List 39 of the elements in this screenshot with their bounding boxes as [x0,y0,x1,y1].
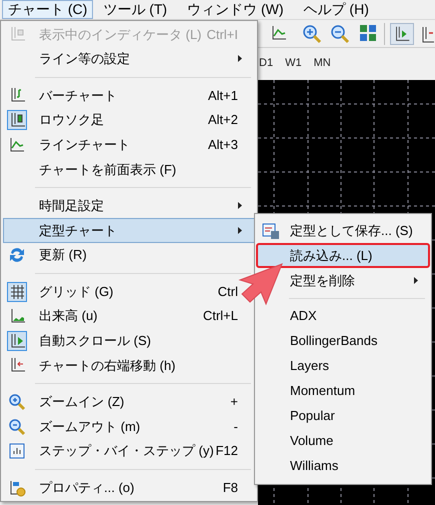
menu-item[interactable]: プロパティ... (o) F8 [3,476,255,500]
menu-item[interactable]: ラインチャート Alt+3 [3,132,255,157]
menu-item[interactable]: ズームアウト (m) - [3,414,255,439]
menu-item[interactable]: 出来高 (u) Ctrl+L [3,304,255,329]
timeframe-button[interactable]: W1 [285,55,302,72]
menu-bar-item[interactable]: ヘルプ (H) [294,0,379,19]
arrow-overlay [236,262,284,306]
menu-item[interactable]: ステップ・バイ・ステップ (y)F12 [3,438,255,464]
menu-item[interactable]: バーチャート Alt+1 [3,83,255,108]
menu-item[interactable]: ライン等の設定 [3,46,255,72]
timeframe-button[interactable]: D1 [259,55,274,72]
zoom-out-icon[interactable] [330,24,350,44]
menu-item[interactable]: 定型チャート [3,218,255,243]
submenu-item[interactable]: 定型として保存... (S) [256,218,430,243]
menu-item[interactable]: ロウソク足 Alt+2 [3,108,255,132]
auto-scroll-icon[interactable] [390,23,414,45]
menu-bar-item[interactable]: チャート (C) [2,0,94,19]
line-chart-icon[interactable] [270,24,288,42]
menu-item[interactable]: 自動スクロール (S) [3,328,255,354]
zoom-in-icon[interactable] [302,24,322,44]
submenu-item[interactable]: Layers [256,353,430,378]
timeframe-button[interactable]: MN [314,55,331,72]
submenu-item[interactable]: Volume [256,428,430,453]
submenu-item[interactable]: Popular [256,403,430,428]
menu-item[interactable]: チャートを前面表示 (F) [3,156,255,182]
submenu-item[interactable]: 読み込み... (L) [256,243,430,268]
tile-windows-icon[interactable] [359,24,377,42]
menu-bar-item[interactable]: ウィンドウ (W) [177,0,294,19]
menu-bar-item[interactable]: ツール (T) [93,0,178,19]
submenu-item[interactable]: Momentum [256,378,430,403]
submenu-item[interactable]: ADX [256,303,430,328]
chart-shift-icon[interactable] [420,24,434,44]
menu-item[interactable]: チャートの右端移動 (h) [3,353,255,378]
submenu-item[interactable]: BollingerBands [256,328,430,353]
save-template-icon [262,222,280,240]
submenu-item[interactable]: Williams [256,453,430,478]
menu-item[interactable]: 更新 (R) [3,242,255,268]
menu-item[interactable]: 時間足設定 [3,194,255,218]
menu-item[interactable]: ズームイン (Z) + [3,390,255,414]
